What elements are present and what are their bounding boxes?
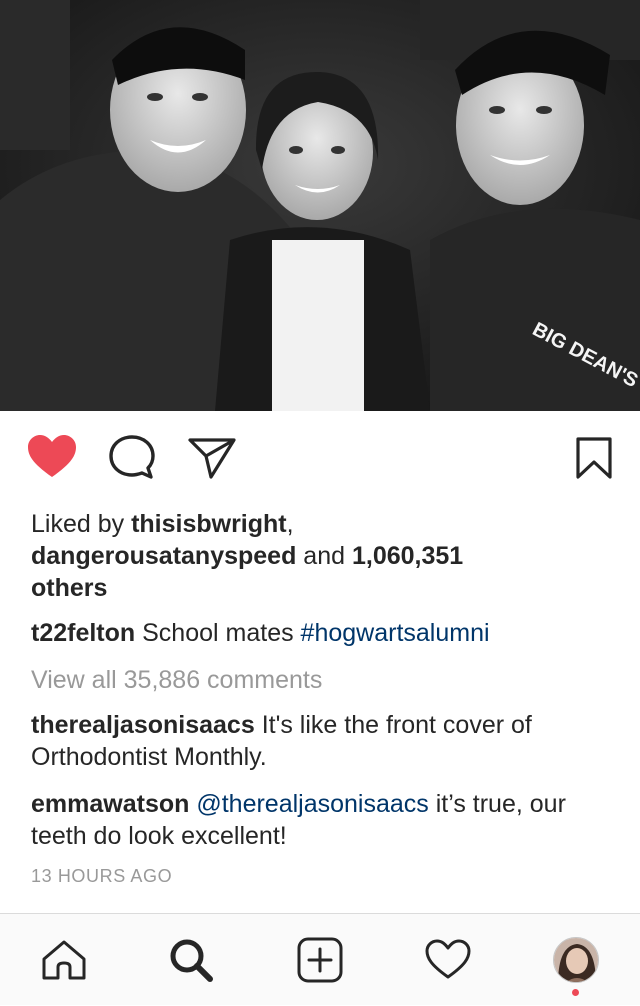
comment: therealjasonisaacs It's like the front c…: [31, 709, 621, 773]
post-timestamp: 13 HOURS AGO: [31, 866, 173, 886]
comment-username[interactable]: therealjasonisaacs: [31, 711, 255, 739]
view-all-comments-link[interactable]: View all 35,886 comments: [31, 664, 621, 696]
tab-activity[interactable]: [400, 914, 496, 1006]
save-bookmark-icon[interactable]: [575, 436, 613, 480]
search-icon: [170, 939, 213, 982]
caption-text: School mates: [135, 619, 301, 647]
add-post-icon: [297, 937, 343, 983]
notification-dot: [572, 989, 579, 996]
likes-others-link[interactable]: others: [31, 574, 107, 602]
likes-separator: ,: [286, 510, 294, 538]
comment-bubble-icon[interactable]: [108, 434, 156, 480]
profile-avatar: [553, 937, 599, 983]
tab-search[interactable]: [143, 914, 239, 1006]
like-heart-icon[interactable]: [26, 434, 78, 480]
caption-username[interactable]: t22felton: [31, 619, 135, 647]
comment-username[interactable]: emmawatson: [31, 790, 189, 818]
avatar-image: [554, 938, 598, 982]
share-paper-plane-icon[interactable]: [187, 436, 237, 480]
liked-by-user-link[interactable]: dangerousatanyspeed: [31, 542, 296, 570]
comment-mention[interactable]: @therealjasonisaacs: [189, 790, 428, 818]
photo-illustration: BIG DEAN'S: [0, 0, 640, 411]
comment: emmawatson @therealjasonisaacs it’s true…: [31, 788, 621, 852]
likes-prefix: Liked by: [31, 510, 132, 538]
post-photo[interactable]: BIG DEAN'S: [0, 0, 640, 411]
likes-count[interactable]: 1,060,351: [352, 542, 463, 570]
bottom-tab-bar: [0, 913, 640, 1005]
liked-by-user-link[interactable]: thisisbwright: [131, 510, 287, 538]
home-icon: [42, 940, 86, 980]
tab-new-post[interactable]: [272, 914, 368, 1006]
tab-home[interactable]: [16, 914, 112, 1006]
caption-hashtag[interactable]: #hogwartsalumni: [301, 619, 490, 647]
activity-heart-icon: [425, 939, 471, 979]
post-caption: t22felton School mates #hogwartsalumni: [31, 617, 621, 649]
likes-summary: Liked by thisisbwright, dangerousatanysp…: [31, 508, 621, 604]
likes-and: and: [296, 542, 352, 570]
